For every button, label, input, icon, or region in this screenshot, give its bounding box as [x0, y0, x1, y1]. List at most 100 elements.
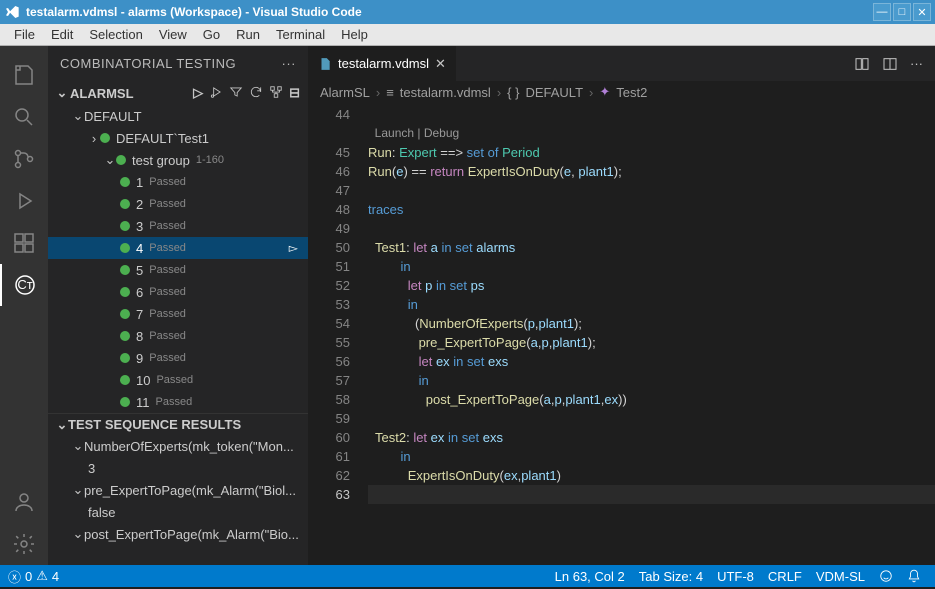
- result-value: false: [48, 501, 308, 523]
- result-label: pre_ExpertToPage(mk_Alarm("Biol...: [84, 483, 296, 498]
- search-icon[interactable]: [0, 96, 48, 138]
- more-editor-actions-icon[interactable]: ···: [910, 56, 923, 71]
- warnings-button[interactable]: ⚠4: [36, 568, 59, 584]
- cursor-position[interactable]: Ln 63, Col 2: [555, 569, 625, 584]
- gutter: 4445464748495051525354555657585960616263: [308, 103, 368, 565]
- result-label: NumberOfExperts(mk_token("Mon...: [84, 439, 294, 454]
- svg-text:Cᴛ: Cᴛ: [17, 277, 32, 292]
- encoding[interactable]: UTF-8: [717, 569, 754, 584]
- collapse-all-icon[interactable]: ⊟: [289, 85, 300, 101]
- feedback-icon[interactable]: [879, 569, 893, 583]
- test-item-10[interactable]: 10Passed: [48, 369, 308, 391]
- settings-gear-icon[interactable]: [0, 523, 48, 565]
- accounts-icon[interactable]: [0, 481, 48, 523]
- menu-terminal[interactable]: Terminal: [268, 25, 333, 44]
- eol[interactable]: CRLF: [768, 569, 802, 584]
- code-lines[interactable]: Launch | DebugRun: Expert ==> set of Per…: [368, 103, 935, 565]
- breadcrumb-item[interactable]: testalarm.vdmsl: [400, 85, 491, 100]
- chevron-down-icon: ⌄: [72, 438, 84, 454]
- combinatorial-testing-icon[interactable]: Cᴛ: [0, 264, 48, 306]
- run-debug-icon[interactable]: [0, 180, 48, 222]
- result-label: post_ExpertToPage(mk_Alarm("Bio...: [84, 527, 299, 542]
- breadcrumb-item[interactable]: Test2: [616, 85, 647, 100]
- editor-area: testalarm.vdmsl ✕ ··· AlarmSL› ≡testalar…: [308, 46, 935, 565]
- menu-file[interactable]: File: [6, 25, 43, 44]
- chevron-down-icon: ⌄: [56, 85, 68, 101]
- test-item-2[interactable]: 2Passed: [48, 193, 308, 215]
- notifications-icon[interactable]: [907, 569, 921, 583]
- errors-button[interactable]: ⓧ0: [8, 567, 32, 586]
- tree-node-test1[interactable]: ›DEFAULT`Test1: [48, 127, 308, 149]
- extensions-icon[interactable]: [0, 222, 48, 264]
- menu-view[interactable]: View: [151, 25, 195, 44]
- test-item-11[interactable]: 11Passed: [48, 391, 308, 413]
- tab-label: testalarm.vdmsl: [338, 56, 429, 71]
- main: Cᴛ COMBINATORIAL TESTING ··· ⌄ ALARMSL ▷…: [0, 46, 935, 565]
- window-title: testalarm.vdmsl - alarms (Workspace) - V…: [26, 5, 873, 19]
- results-title: TEST SEQUENCE RESULTS: [68, 417, 241, 432]
- test-item-6[interactable]: 6Passed: [48, 281, 308, 303]
- menu-go[interactable]: Go: [195, 25, 228, 44]
- namespace-icon: { }: [507, 85, 519, 100]
- test-item-1[interactable]: 1Passed: [48, 171, 308, 193]
- result-row[interactable]: ⌄NumberOfExperts(mk_token("Mon...: [48, 435, 308, 457]
- file-icon: [318, 57, 332, 71]
- test-item-8[interactable]: 8Passed: [48, 325, 308, 347]
- language-mode[interactable]: VDM-SL: [816, 569, 865, 584]
- breadcrumb-item[interactable]: DEFAULT: [525, 85, 583, 100]
- breadcrumbs[interactable]: AlarmSL› ≡testalarm.vdmsl› { }DEFAULT› ✦…: [308, 81, 935, 103]
- tree-action-icon[interactable]: [269, 85, 283, 101]
- result-row[interactable]: ⌄pre_ExpertToPage(mk_Alarm("Biol...: [48, 479, 308, 501]
- close-tab-icon[interactable]: ✕: [435, 56, 446, 72]
- explorer-icon[interactable]: [0, 54, 48, 96]
- test-item-9[interactable]: 9Passed: [48, 347, 308, 369]
- result-row[interactable]: ⌄post_ExpertToPage(mk_Alarm("Bio...: [48, 523, 308, 545]
- debug-trace-icon[interactable]: [209, 85, 223, 101]
- sidebar: COMBINATORIAL TESTING ··· ⌄ ALARMSL ▷ ⊟ …: [48, 46, 308, 565]
- filter-icon[interactable]: [229, 85, 243, 101]
- chevron-down-icon: ⌄: [72, 482, 84, 498]
- test-item-5[interactable]: 5Passed: [48, 259, 308, 281]
- test-tree: ⌄DEFAULT›DEFAULT`Test1⌄test group1-1601P…: [48, 105, 308, 413]
- run-trace-icon[interactable]: ▷: [193, 85, 203, 101]
- result-value: 3: [48, 457, 308, 479]
- tab-testalarm[interactable]: testalarm.vdmsl ✕: [308, 46, 456, 81]
- menu-run[interactable]: Run: [228, 25, 268, 44]
- run-marker-icon: ▻: [289, 241, 298, 255]
- vscode-icon: [4, 4, 20, 20]
- tree-node-default[interactable]: ⌄DEFAULT: [48, 105, 308, 127]
- code-editor[interactable]: 4445464748495051525354555657585960616263…: [308, 103, 935, 565]
- breadcrumb-item[interactable]: AlarmSL: [320, 85, 370, 100]
- close-window-button[interactable]: ✕: [913, 3, 931, 21]
- results-tree: ⌄NumberOfExperts(mk_token("Mon... 3 ⌄pre…: [48, 435, 308, 545]
- menu-selection[interactable]: Selection: [81, 25, 150, 44]
- tree-node-group[interactable]: ⌄test group1-160: [48, 149, 308, 171]
- source-control-icon[interactable]: [0, 138, 48, 180]
- refresh-icon[interactable]: [249, 85, 263, 101]
- test-sequence-results-header[interactable]: ⌄ TEST SEQUENCE RESULTS: [48, 413, 308, 435]
- chevron-down-icon: ⌄: [56, 417, 68, 433]
- test-item-4[interactable]: 4Passed▻: [48, 237, 308, 259]
- menu-edit[interactable]: Edit: [43, 25, 81, 44]
- menubar: File Edit Selection View Go Run Terminal…: [0, 24, 935, 46]
- minimize-button[interactable]: —: [873, 3, 891, 21]
- split-editor-icon[interactable]: [882, 56, 898, 72]
- titlebar: testalarm.vdmsl - alarms (Workspace) - V…: [0, 0, 935, 24]
- statusbar: ⓧ0 ⚠4 Ln 63, Col 2 Tab Size: 4 UTF-8 CRL…: [0, 565, 935, 587]
- tab-size[interactable]: Tab Size: 4: [639, 569, 703, 584]
- section-title: ALARMSL: [70, 86, 134, 101]
- compare-icon[interactable]: [854, 56, 870, 72]
- method-icon: ✦: [599, 84, 610, 100]
- test-item-3[interactable]: 3Passed: [48, 215, 308, 237]
- more-actions-icon[interactable]: ···: [282, 56, 297, 71]
- activity-bar: Cᴛ: [0, 46, 48, 565]
- chevron-down-icon: ⌄: [72, 526, 84, 542]
- sidebar-section-alarmsl[interactable]: ⌄ ALARMSL ▷ ⊟: [48, 81, 308, 105]
- sidebar-title: COMBINATORIAL TESTING: [60, 56, 236, 71]
- tab-bar: testalarm.vdmsl ✕ ···: [308, 46, 935, 81]
- menu-help[interactable]: Help: [333, 25, 376, 44]
- maximize-button[interactable]: □: [893, 3, 911, 21]
- warning-icon: ⚠: [36, 568, 48, 584]
- sidebar-header: COMBINATORIAL TESTING ···: [48, 46, 308, 81]
- test-item-7[interactable]: 7Passed: [48, 303, 308, 325]
